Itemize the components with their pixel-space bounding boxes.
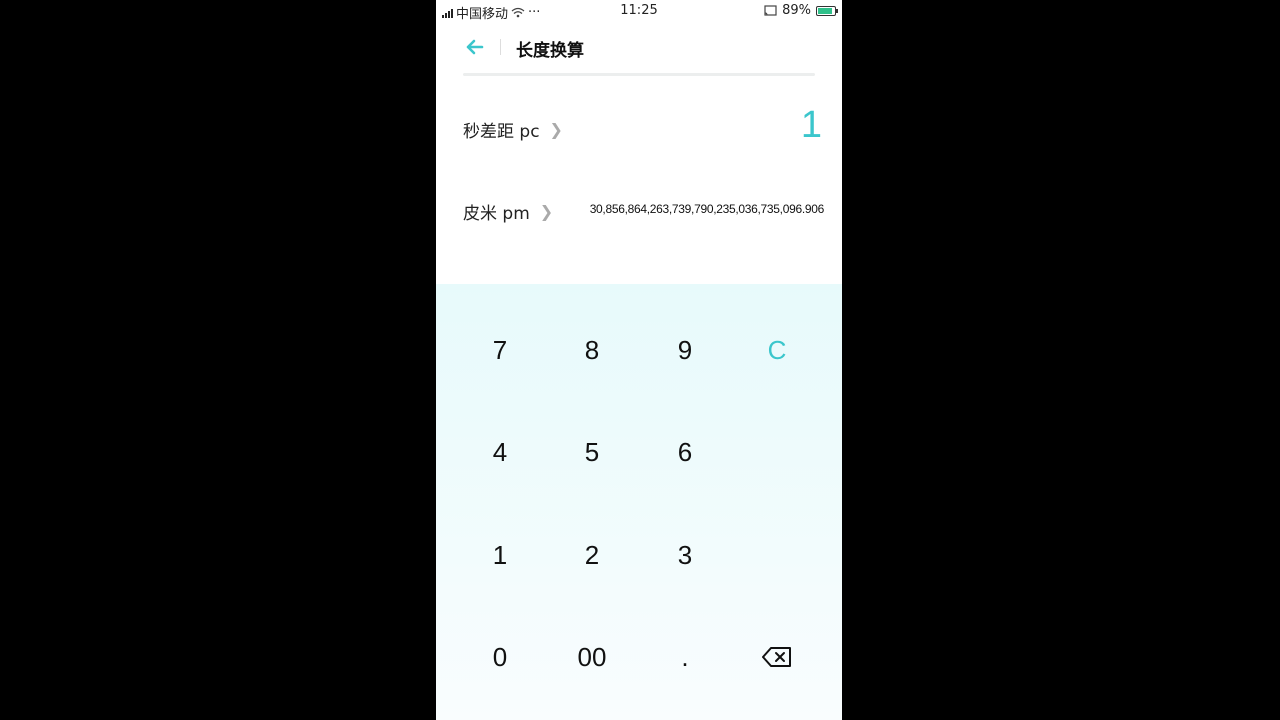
cast-icon	[764, 5, 777, 16]
key-decimal[interactable]: .	[640, 612, 730, 702]
from-value: 1	[800, 104, 822, 146]
key-1[interactable]: 1	[455, 510, 545, 600]
key-7[interactable]: 7	[455, 305, 545, 395]
key-3[interactable]: 3	[640, 510, 730, 600]
backspace-button[interactable]	[732, 612, 822, 702]
key-6[interactable]: 6	[640, 407, 730, 497]
key-2[interactable]: 2	[547, 510, 637, 600]
key-00[interactable]: 00	[547, 612, 637, 702]
keypad: 7 8 9 C 4 5 6 1 2 3 0 00 .	[436, 284, 842, 720]
header-divider	[500, 39, 501, 55]
chevron-right-icon: ❯	[549, 120, 563, 139]
key-5[interactable]: 5	[547, 407, 637, 497]
battery-icon	[816, 5, 838, 16]
to-unit-row: 皮米 pm ❯ 30,856,864,263,739,790,235,036,7…	[436, 180, 842, 240]
app-header: 长度换算	[436, 28, 842, 68]
key-8[interactable]: 8	[547, 305, 637, 395]
status-bar: 中国移动 ··· 11:25 89%	[436, 0, 842, 22]
battery-percent: 89%	[782, 3, 811, 18]
key-4[interactable]: 4	[455, 407, 545, 497]
arrow-left-icon[interactable]	[462, 34, 488, 60]
to-unit-label: 皮米 pm	[463, 204, 530, 224]
from-unit-label: 秒差距 pc	[463, 122, 540, 142]
to-value: 30,856,864,263,739,790,235,036,735,096.9…	[589, 202, 825, 216]
phone-screen: 中国移动 ··· 11:25 89% 长度换算 秒差距 pc ❯ 1 皮米 pm…	[436, 0, 842, 720]
from-unit-row: 秒差距 pc ❯ 1	[436, 98, 842, 158]
key-9[interactable]: 9	[640, 305, 730, 395]
from-unit-selector[interactable]: 秒差距 pc ❯	[463, 117, 563, 142]
to-unit-selector[interactable]: 皮米 pm ❯	[463, 199, 553, 224]
key-0[interactable]: 0	[455, 612, 545, 702]
page-title: 长度换算	[516, 41, 584, 61]
chevron-right-icon: ❯	[539, 202, 554, 221]
clear-button[interactable]: C	[732, 305, 822, 395]
header-underline	[463, 73, 815, 76]
backspace-icon	[762, 647, 791, 667]
